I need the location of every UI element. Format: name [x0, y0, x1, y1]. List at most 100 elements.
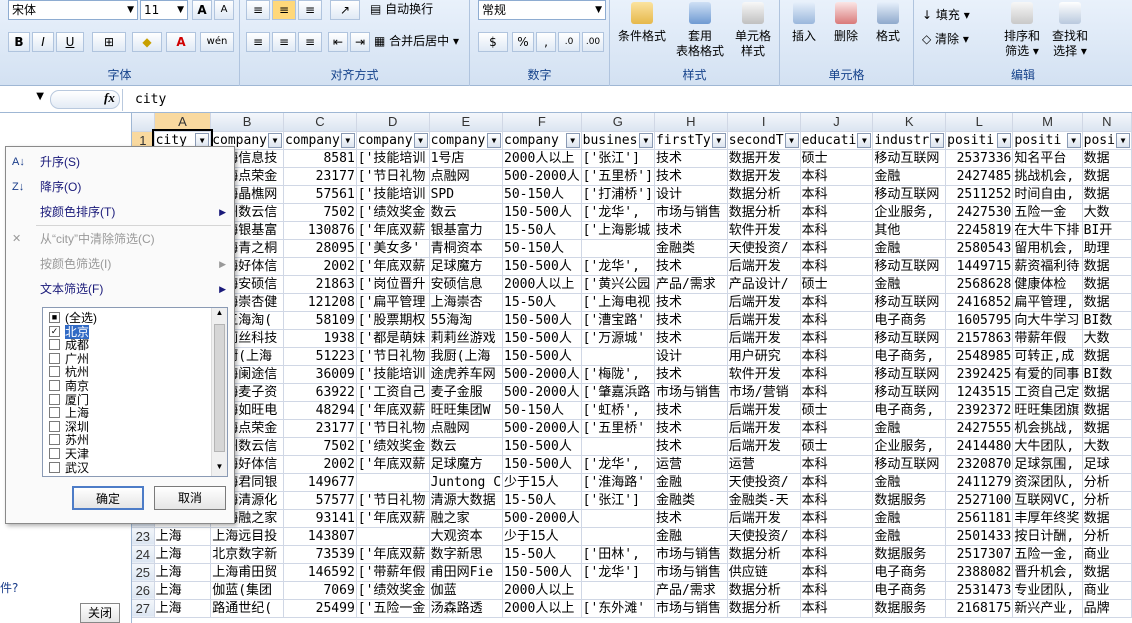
table-cell[interactable]: 58109 [283, 311, 357, 330]
table-cell[interactable]: 数据服务 [872, 491, 947, 510]
table-cell[interactable]: 分析 [1082, 491, 1132, 510]
table-cell[interactable]: ['龙华', [581, 455, 655, 474]
table-cell[interactable]: 2002 [283, 257, 357, 276]
table-cell[interactable]: 150-500人 [502, 347, 582, 366]
table-cell[interactable]: 2580543 [945, 239, 1014, 258]
table-cell[interactable]: 15-50人 [502, 221, 582, 240]
table-cell[interactable]: 数据 [1082, 509, 1132, 528]
table-cell[interactable]: 移动互联网 [872, 185, 947, 204]
table-cell[interactable]: 企业服务, [872, 203, 947, 222]
underline-button[interactable]: U [56, 32, 84, 52]
table-cell[interactable]: 金融 [654, 527, 728, 546]
table-cell[interactable]: Juntong C [429, 473, 504, 492]
table-cell[interactable]: 五险一金, [1012, 545, 1083, 564]
table-cell[interactable]: 移动互联网 [872, 383, 947, 402]
table-cell[interactable]: 23177 [283, 419, 357, 438]
table-cell[interactable]: 本科 [800, 221, 874, 240]
table-cell[interactable]: 2501433 [945, 527, 1014, 546]
table-cell[interactable]: ['岗位晋升 [356, 275, 430, 294]
table-cell[interactable]: 五险一金 [1012, 203, 1083, 222]
table-cell[interactable]: 数据 [1082, 149, 1132, 168]
table-cell[interactable]: 数据分析 [727, 185, 801, 204]
header-cell[interactable]: company ▼ [283, 131, 357, 150]
table-cell[interactable]: 留用机会, [1012, 239, 1083, 258]
table-cell[interactable]: 大牛团队, [1012, 437, 1083, 456]
table-cell[interactable]: 2157863 [945, 329, 1014, 348]
table-cell[interactable]: 甫田网Fie [429, 563, 504, 582]
table-cell[interactable]: 本科 [800, 293, 874, 312]
table-cell[interactable]: 73539 [283, 545, 357, 564]
table-cell[interactable]: 1号店 [429, 149, 504, 168]
table-cell[interactable]: ['打浦桥'] [581, 185, 655, 204]
table-cell[interactable]: 丰厚年终奖 [1012, 509, 1083, 528]
table-cell[interactable]: ['上海影城 [581, 221, 655, 240]
table-cell[interactable]: 500-2000人 [502, 167, 582, 186]
table-cell[interactable]: 上海甫田贸 [210, 563, 284, 582]
table-cell[interactable]: 数据 [1082, 383, 1132, 402]
table-cell[interactable]: SPD [429, 185, 504, 204]
table-cell[interactable]: ['淮海路' [581, 473, 655, 492]
table-cell[interactable]: 55海淘 [429, 311, 504, 330]
merge-center-button[interactable]: ▦ 合并后居中 ▾ [374, 34, 468, 49]
table-cell[interactable]: 晋升机会, [1012, 563, 1083, 582]
table-cell[interactable]: 本科 [800, 257, 874, 276]
align-bottom-icon[interactable]: ≡ [298, 0, 322, 20]
checkbox[interactable] [49, 448, 60, 459]
table-cell[interactable]: ['技能培训 [356, 365, 430, 384]
table-cell[interactable]: 北京数字新 [210, 545, 284, 564]
table-cell[interactable]: 数据开发 [727, 149, 801, 168]
sort-asc-item[interactable]: A↓ 升序(S) [6, 151, 234, 173]
table-cell[interactable]: ['节日礼物 [356, 167, 430, 186]
table-cell[interactable]: 2411279 [945, 473, 1014, 492]
table-cell[interactable]: 路通世纪( [210, 599, 284, 618]
table-cell[interactable]: 2531473 [945, 581, 1014, 600]
table-cell[interactable]: 安硕信息 [429, 275, 504, 294]
table-cell[interactable]: 大数 [1082, 437, 1132, 456]
percent-button[interactable]: % [512, 32, 534, 52]
table-cell[interactable]: 1449715 [945, 257, 1014, 276]
table-cell[interactable]: 上海远目投 [210, 527, 284, 546]
table-cell[interactable]: 数据服务 [872, 599, 947, 618]
table-cell[interactable]: 上海 [154, 545, 212, 564]
table-cell[interactable]: 移动互联网 [872, 257, 947, 276]
table-cell[interactable]: 本科 [800, 419, 874, 438]
table-cell[interactable]: 8581 [283, 149, 357, 168]
table-cell[interactable]: 本科 [800, 545, 874, 564]
table-cell[interactable]: 足球氛围, [1012, 455, 1083, 474]
table-cell[interactable]: BI数 [1082, 311, 1132, 330]
table-cell[interactable]: 2537336 [945, 149, 1014, 168]
table-cell[interactable]: 1938 [283, 329, 357, 348]
table-cell[interactable]: 2320870 [945, 455, 1014, 474]
table-cell[interactable]: 48294 [283, 401, 357, 420]
table-cell[interactable]: ['扁平管理 [356, 293, 430, 312]
table-cell[interactable]: 146592 [283, 563, 357, 582]
table-cell[interactable]: 技术 [654, 419, 728, 438]
align-top-icon[interactable]: ≡ [246, 0, 270, 20]
table-cell[interactable]: 143807 [283, 527, 357, 546]
cell-style-button[interactable]: 单元格 样式 [730, 2, 776, 59]
table-cell[interactable]: 电子商务 [872, 311, 947, 330]
table-cell[interactable]: ['年底双薪 [356, 257, 430, 276]
header-cell[interactable]: company ▼ [502, 131, 582, 150]
table-cell[interactable] [581, 347, 655, 366]
table-cell[interactable]: 技术 [654, 401, 728, 420]
table-cell[interactable]: 金融 [872, 419, 947, 438]
table-cell[interactable]: ['绩效奖金 [356, 437, 430, 456]
row-header[interactable]: 25 [132, 563, 155, 582]
table-cell[interactable]: 57577 [283, 491, 357, 510]
table-cell[interactable]: 金融类 [654, 239, 728, 258]
header-cell[interactable]: positi ▼ [945, 131, 1014, 150]
table-cell[interactable]: 旺旺集团旗 [1012, 401, 1083, 420]
table-cell[interactable]: 150-500人 [502, 203, 582, 222]
table-cell[interactable]: 51223 [283, 347, 357, 366]
table-cell[interactable]: 电子商务 [872, 581, 947, 600]
table-cell[interactable]: 市场/营销 [727, 383, 801, 402]
table-cell[interactable]: 25499 [283, 599, 357, 618]
border-button[interactable]: ⊞ [92, 32, 126, 52]
table-cell[interactable]: 移动互联网 [872, 329, 947, 348]
table-cell[interactable]: 150-500人 [502, 329, 582, 348]
table-cell[interactable]: 2414480 [945, 437, 1014, 456]
filter-dropdown-icon[interactable]: ▼ [930, 132, 945, 148]
table-cell[interactable]: 工资自己定 [1012, 383, 1083, 402]
table-cell[interactable]: ['漕宝路' [581, 311, 655, 330]
